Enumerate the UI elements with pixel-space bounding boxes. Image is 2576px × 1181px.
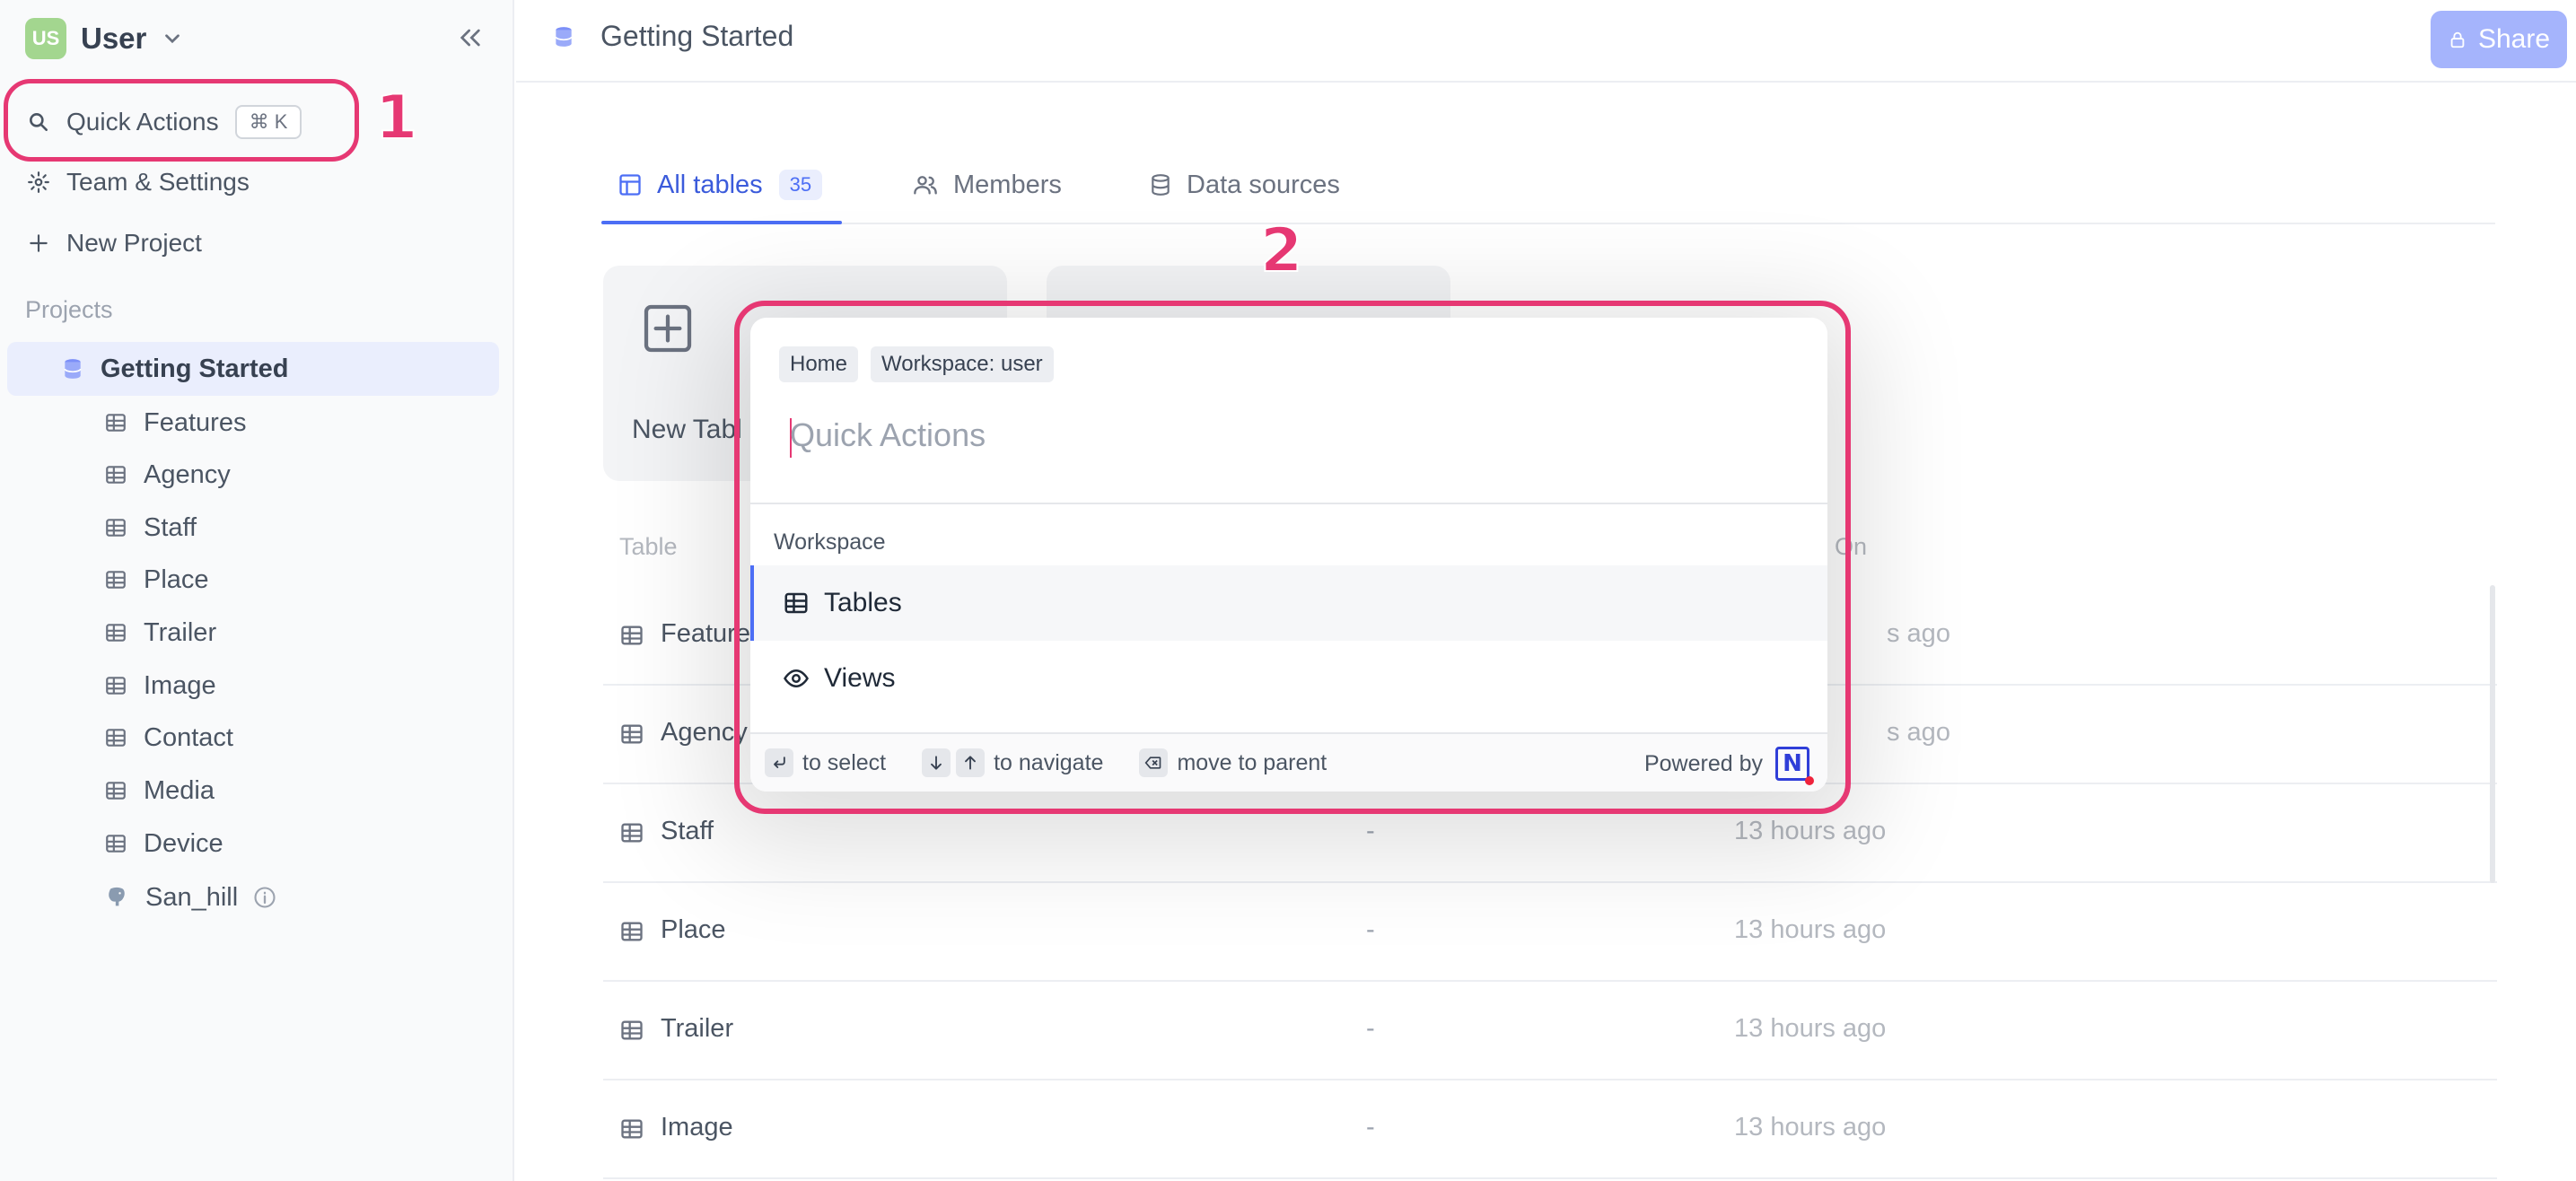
table-name: Image (144, 670, 216, 700)
annotation-number-2: 2 (1259, 214, 1303, 287)
table-name: Media (144, 775, 215, 805)
table-name: Features (144, 407, 247, 437)
table-icon (104, 568, 127, 591)
new-project-button[interactable]: New Project (27, 224, 202, 262)
plus-icon (27, 232, 50, 255)
active-tab-indicator (601, 221, 842, 224)
projects-heading: Projects (25, 296, 113, 323)
users-icon (912, 172, 939, 197)
sidebar-source-item[interactable]: San_hill (104, 879, 277, 915)
database-icon (552, 24, 575, 49)
project-name: Getting Started (101, 354, 289, 383)
new-project-label: New Project (66, 229, 202, 257)
breadcrumb: Getting Started (552, 20, 793, 53)
database-outline-icon (1149, 172, 1172, 197)
row-time: 13 hours ago (1734, 817, 1887, 845)
annotation-number-1: 1 (374, 82, 418, 154)
gear-icon (27, 171, 50, 194)
table-icon (619, 1018, 644, 1043)
postgres-elephant-icon (104, 885, 129, 910)
annotation-highlight-1 (4, 79, 359, 162)
table-icon (619, 722, 644, 747)
table-icon (619, 919, 644, 944)
tab-data-sources[interactable]: Data sources (1149, 165, 1340, 205)
row-time: 13 hours ago (1734, 1113, 1887, 1142)
table-icon (104, 516, 127, 539)
row-desc: - (1366, 1113, 1375, 1142)
table-icon (104, 779, 127, 802)
table-icon (104, 726, 127, 749)
share-button[interactable]: Share (2431, 11, 2567, 68)
chevron-down-icon (161, 27, 184, 50)
table-name: Staff (144, 512, 197, 542)
table-name: Agency (144, 459, 231, 489)
table-row[interactable]: Place - 13 hours ago (603, 883, 2497, 982)
table-icon (104, 832, 127, 855)
table-row[interactable]: Trailer - 13 hours ago (603, 982, 2497, 1080)
row-time: 13 hours ago (1734, 1014, 1887, 1043)
row-name: Trailer (661, 1014, 734, 1043)
project-item-getting-started[interactable]: Getting Started (7, 342, 499, 396)
row-name: Place (661, 915, 726, 944)
row-desc: - (1366, 1014, 1375, 1043)
new-table-label: New Tabl (632, 415, 742, 444)
row-desc: - (1366, 915, 1375, 944)
row-time: s ago (1887, 718, 1950, 747)
workspace-name: User (81, 22, 147, 55)
column-header-table: Table (619, 533, 678, 560)
table-icon (619, 1116, 644, 1142)
sidebar-table-item[interactable]: Image (104, 668, 216, 704)
tab-all-tables[interactable]: All tables 35 (618, 165, 823, 205)
sidebar: US User Quick Actions ⌘ K Team & Setting… (0, 0, 514, 1181)
table-icon (619, 623, 644, 648)
collapse-sidebar-icon[interactable] (456, 23, 485, 52)
team-settings-button[interactable]: Team & Settings (27, 163, 250, 201)
sidebar-table-item[interactable]: Features (104, 405, 246, 441)
share-label: Share (2477, 24, 2551, 54)
tab-bar: All tables 35 Members Data sources (601, 156, 2495, 224)
table-icon (619, 820, 644, 845)
row-time: 13 hours ago (1734, 915, 1887, 944)
tab-members[interactable]: Members (912, 165, 1062, 205)
sidebar-table-item[interactable]: Place (104, 562, 209, 598)
table-row[interactable]: Image - 13 hours ago (603, 1080, 2497, 1179)
table-icon (104, 621, 127, 644)
row-time: s ago (1887, 619, 1950, 648)
tab-label: All tables (657, 170, 763, 199)
lock-icon (2448, 29, 2467, 50)
row-name: Staff (661, 817, 714, 845)
table-name: Trailer (144, 617, 217, 647)
table-layout-icon (618, 172, 643, 197)
source-name: San_hill (145, 882, 239, 912)
sidebar-table-item[interactable]: Trailer (104, 615, 216, 651)
scrollbar[interactable] (2490, 585, 2495, 883)
sidebar-table-item[interactable]: Contact (104, 720, 233, 756)
table-icon (104, 463, 127, 486)
plus-square-icon (639, 300, 697, 357)
row-name: Image (661, 1113, 733, 1142)
sidebar-table-item[interactable]: Agency (104, 457, 231, 493)
sidebar-table-item[interactable]: Device (104, 826, 223, 862)
sidebar-table-item[interactable]: Media (104, 773, 215, 809)
table-icon (104, 411, 127, 434)
top-bar: Getting Started Share (516, 0, 2576, 83)
workspace-avatar: US (25, 18, 66, 59)
sidebar-table-item[interactable]: Staff (104, 510, 197, 546)
workspace-switcher[interactable]: US User (25, 18, 184, 59)
info-icon[interactable] (252, 885, 277, 910)
annotation-highlight-2 (734, 301, 1851, 814)
tab-count-badge: 35 (778, 170, 823, 200)
database-icon (61, 357, 84, 381)
table-name: Contact (144, 722, 233, 752)
row-desc: - (1366, 817, 1375, 845)
tab-label: Data sources (1187, 170, 1340, 199)
page-title: Getting Started (600, 20, 794, 52)
tab-label: Members (953, 170, 1062, 199)
table-name: Place (144, 564, 209, 594)
table-name: Device (144, 828, 223, 858)
team-settings-label: Team & Settings (66, 168, 250, 196)
table-icon (104, 674, 127, 697)
